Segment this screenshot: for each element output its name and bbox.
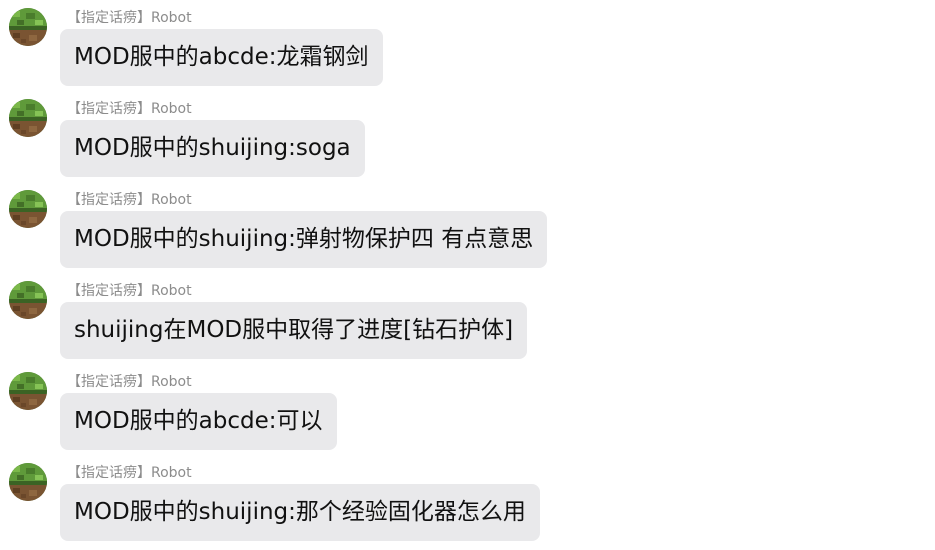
sender-title-badge: 【指定话痨】	[67, 101, 151, 117]
sender-name[interactable]: Robot	[151, 283, 192, 299]
message-bubble[interactable]: MOD服中的shuijing:弹射物保护四 有点意思	[60, 211, 548, 268]
chat-message: 【指定话痨】Robot shuijing在MOD服中取得了进度[钻石护体]	[0, 273, 935, 364]
minecraft-grass-block-icon[interactable]	[9, 463, 47, 501]
chat-message: 【指定话痨】Robot MOD服中的shuijing:那个经验固化器怎么用	[0, 455, 935, 546]
chat-message: 【指定话痨】Robot MOD服中的shuijing:弹射物保护四 有点意思	[0, 182, 935, 273]
minecraft-grass-block-icon[interactable]	[9, 281, 47, 319]
chat-message: 【指定话痨】Robot MOD服中的abcde:龙霜钢剑	[0, 0, 935, 91]
minecraft-grass-block-icon[interactable]	[9, 372, 47, 410]
message-bubble[interactable]: shuijing在MOD服中取得了进度[钻石护体]	[60, 302, 528, 359]
chat-message: 【指定话痨】Robot MOD服中的shuijing:soga	[0, 91, 935, 182]
message-bubble[interactable]: MOD服中的abcde:可以	[60, 393, 337, 450]
minecraft-grass-block-icon[interactable]	[9, 8, 47, 46]
minecraft-grass-block-icon[interactable]	[9, 99, 47, 137]
message-meta: 【指定话痨】Robot	[67, 373, 192, 391]
sender-title-badge: 【指定话痨】	[67, 10, 151, 26]
message-bubble[interactable]: MOD服中的shuijing:那个经验固化器怎么用	[60, 484, 540, 541]
sender-name[interactable]: Robot	[151, 374, 192, 390]
sender-name[interactable]: Robot	[151, 192, 192, 208]
chat-message-list: 【指定话痨】Robot MOD服中的abcde:龙霜钢剑 【指定话痨】Robot	[0, 0, 935, 550]
message-meta: 【指定话痨】Robot	[67, 282, 192, 300]
minecraft-grass-block-icon[interactable]	[9, 190, 47, 228]
message-bubble[interactable]: MOD服中的shuijing:soga	[60, 120, 365, 177]
message-meta: 【指定话痨】Robot	[67, 100, 192, 118]
sender-name[interactable]: Robot	[151, 10, 192, 26]
message-meta: 【指定话痨】Robot	[67, 191, 192, 209]
sender-title-badge: 【指定话痨】	[67, 374, 151, 390]
sender-name[interactable]: Robot	[151, 101, 192, 117]
message-meta: 【指定话痨】Robot	[67, 464, 192, 482]
chat-message: 【指定话痨】Robot MOD服中的abcde:可以	[0, 364, 935, 455]
sender-name[interactable]: Robot	[151, 465, 192, 481]
sender-title-badge: 【指定话痨】	[67, 283, 151, 299]
message-bubble[interactable]: MOD服中的abcde:龙霜钢剑	[60, 29, 383, 86]
sender-title-badge: 【指定话痨】	[67, 465, 151, 481]
message-meta: 【指定话痨】Robot	[67, 9, 192, 27]
sender-title-badge: 【指定话痨】	[67, 192, 151, 208]
